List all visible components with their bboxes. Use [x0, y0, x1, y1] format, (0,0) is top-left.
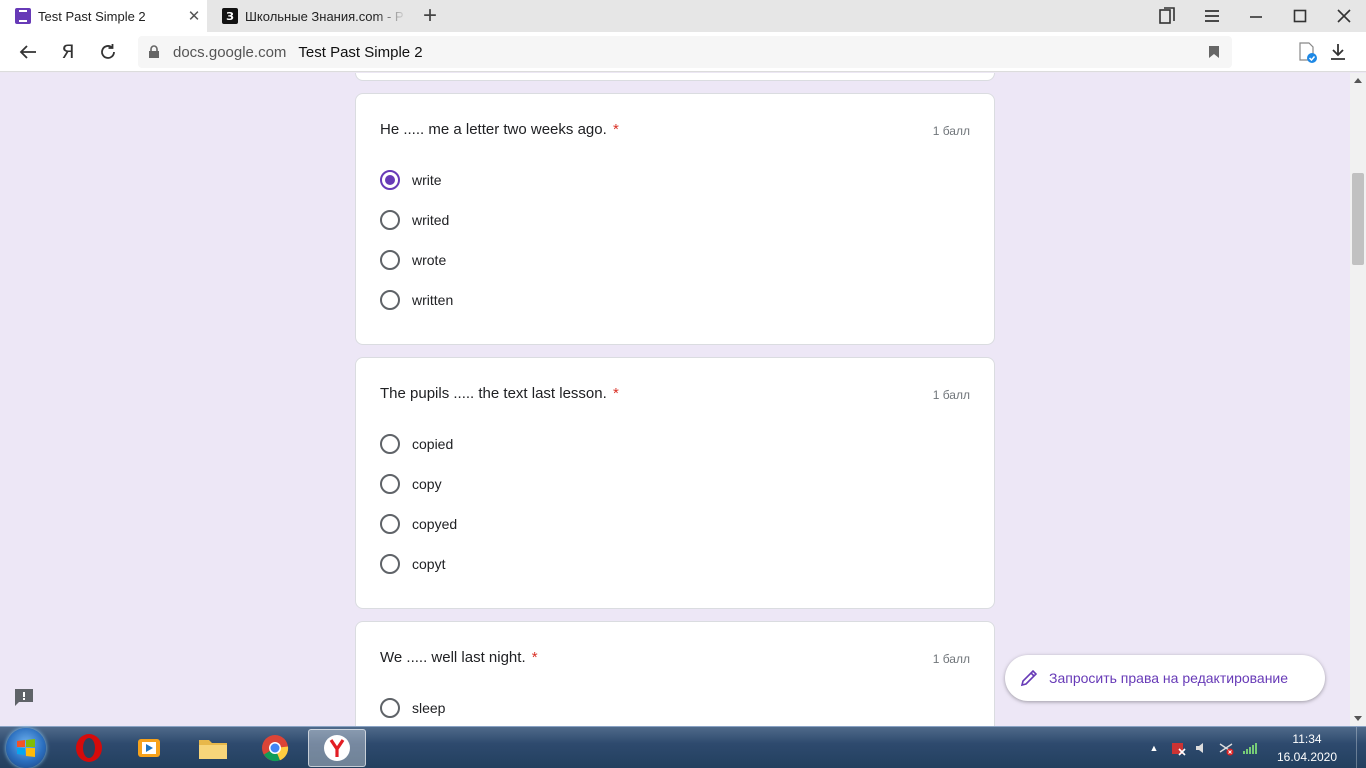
radio-option[interactable]: copyed	[380, 512, 457, 536]
request-edit-button[interactable]: Запросить права на редактирование	[1005, 655, 1325, 701]
question-text: We ..... well last night. *	[380, 649, 538, 666]
option-label: copied	[412, 436, 454, 452]
radio-checked-icon[interactable]	[380, 170, 400, 190]
reload-icon[interactable]	[94, 38, 122, 66]
maximize-icon[interactable]	[1278, 0, 1322, 32]
radio-option[interactable]: copied	[380, 432, 453, 456]
required-mark: *	[531, 649, 538, 666]
opera-taskbar-icon[interactable]	[60, 729, 118, 767]
reader-icon[interactable]	[1293, 38, 1321, 66]
pencil-icon	[1019, 668, 1039, 688]
tab-znania[interactable]: З Школьные Знания.com - Р	[207, 0, 407, 32]
question-card: We ..... well last night. * 1 балл sleep	[355, 621, 995, 726]
radio-icon[interactable]	[380, 210, 400, 230]
clock[interactable]: 11:34 16.04.2020	[1262, 730, 1352, 766]
scroll-down-icon[interactable]	[1354, 716, 1362, 721]
minimize-icon[interactable]	[1234, 0, 1278, 32]
address-bar[interactable]: docs.google.com Test Past Simple 2	[138, 36, 1232, 68]
znania-icon: З	[222, 8, 238, 24]
radio-icon[interactable]	[380, 554, 400, 574]
close-tab-icon[interactable]: ✕	[181, 7, 207, 25]
question-points: 1 балл	[932, 388, 970, 402]
download-icon[interactable]	[1324, 38, 1352, 66]
yandex-icon[interactable]: Я	[54, 38, 82, 66]
url-page-title: Test Past Simple 2	[298, 43, 423, 61]
radio-option[interactable]: wrote	[380, 248, 446, 272]
radio-icon[interactable]	[380, 514, 400, 534]
option-label: copyt	[412, 556, 446, 572]
question-text: He ..... me a letter two weeks ago. *	[380, 121, 619, 138]
radio-option[interactable]: copyt	[380, 552, 445, 576]
option-label: wrote	[412, 252, 447, 268]
collections-icon[interactable]	[1145, 0, 1189, 32]
explorer-taskbar-icon[interactable]	[184, 729, 242, 767]
radio-option[interactable]: writed	[380, 208, 449, 232]
lock-icon[interactable]	[146, 44, 162, 60]
windows-logo-icon	[17, 739, 35, 757]
tab-title: Школьные Знания.com - Р	[245, 8, 404, 24]
scroll-up-icon[interactable]	[1354, 78, 1362, 83]
show-desktop-button[interactable]	[1356, 727, 1366, 768]
radio-icon[interactable]	[380, 434, 400, 454]
network-error-icon[interactable]	[1217, 739, 1235, 757]
clock-time: 11:34	[1292, 732, 1322, 746]
option-label: sleep	[412, 700, 446, 716]
option-label: written	[412, 292, 454, 308]
radio-icon[interactable]	[380, 474, 400, 494]
clock-date: 16.04.2020	[1276, 750, 1338, 764]
question-text: The pupils ..... the text last lesson. *	[380, 385, 619, 402]
question-card: He ..... me a letter two weeks ago. * 1 …	[355, 93, 995, 345]
radio-icon[interactable]	[380, 290, 400, 310]
close-window-icon[interactable]	[1322, 0, 1366, 32]
tab-bar: Test Past Simple 2 ✕ З Школьные Знания.c…	[0, 0, 1366, 32]
url-domain: docs.google.com	[173, 43, 287, 61]
radio-icon[interactable]	[380, 698, 400, 718]
option-label: copy	[412, 476, 442, 492]
radio-icon[interactable]	[380, 250, 400, 270]
option-label: write	[412, 172, 442, 188]
bookmark-icon[interactable]	[1208, 45, 1220, 63]
menu-icon[interactable]	[1190, 0, 1234, 32]
radio-option[interactable]: copy	[380, 472, 442, 496]
radio-option[interactable]: written	[380, 288, 453, 312]
signal-icon[interactable]	[1241, 739, 1259, 757]
media-player-taskbar-icon[interactable]	[120, 729, 178, 767]
windows-taskbar: ▲ 11:34 16.04.2020	[0, 726, 1366, 768]
option-label: writed	[412, 212, 450, 228]
new-tab-icon[interactable]: +	[417, 2, 443, 30]
tab-test-past-simple[interactable]: Test Past Simple 2 ✕	[0, 0, 207, 32]
show-hidden-icons-icon[interactable]: ▲	[1145, 739, 1163, 757]
google-forms-icon	[15, 8, 31, 24]
tab-title: Test Past Simple 2	[38, 8, 146, 24]
back-icon[interactable]	[14, 38, 42, 66]
form-page: He ..... me a letter two weeks ago. * 1 …	[0, 73, 1350, 726]
yandex-browser-taskbar-icon[interactable]	[308, 729, 366, 767]
required-mark: *	[612, 121, 619, 138]
page-scrollbar[interactable]	[1350, 73, 1366, 726]
required-mark: *	[612, 385, 619, 402]
question-points: 1 балл	[932, 124, 970, 138]
radio-option[interactable]: sleep	[380, 696, 445, 720]
question-card: The pupils ..... the text last lesson. *…	[355, 357, 995, 609]
system-tray: ▲ 11:34 16.04.2020	[1142, 727, 1366, 768]
radio-option[interactable]: write	[380, 168, 442, 192]
option-label: copyed	[412, 516, 458, 532]
antivirus-tray-icon[interactable]	[1169, 739, 1187, 757]
browser-toolbar: Я docs.google.com Test Past Simple 2	[0, 32, 1366, 72]
start-button[interactable]	[6, 728, 46, 768]
question-points: 1 балл	[932, 652, 970, 666]
chrome-taskbar-icon[interactable]	[246, 729, 304, 767]
request-edit-label: Запросить права на редактирование	[1049, 670, 1289, 686]
scroll-thumb[interactable]	[1352, 173, 1364, 265]
volume-icon[interactable]	[1193, 739, 1211, 757]
previous-question-card	[355, 73, 995, 81]
feedback-icon[interactable]	[13, 687, 35, 707]
